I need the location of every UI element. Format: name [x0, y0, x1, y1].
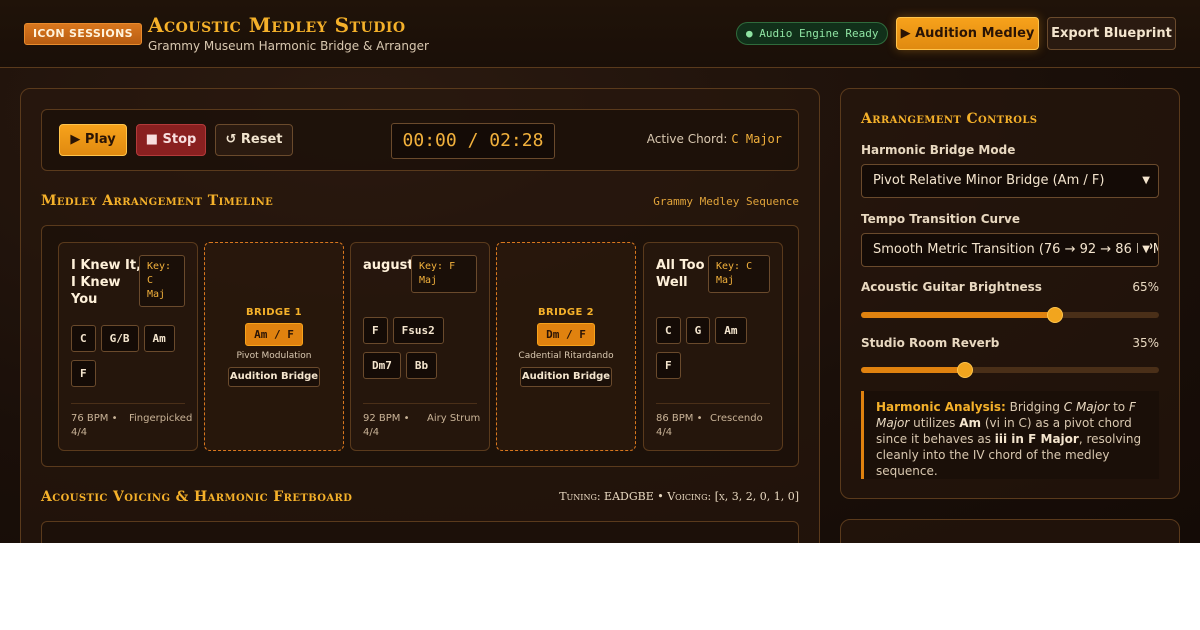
- active-chord-value: C Major: [731, 132, 782, 146]
- analysis-text: Bridging: [1005, 400, 1064, 414]
- song-style: Crescendo: [710, 413, 763, 424]
- brightness-value: 65%: [1132, 280, 1159, 294]
- song-meta: 92 BPM • 4/4 Airy Strum: [363, 403, 480, 438]
- chord-chip[interactable]: Am: [143, 325, 175, 352]
- bridge-description: Cadential Ritardando: [518, 351, 614, 361]
- chord-chip[interactable]: C: [656, 317, 681, 344]
- timeline-note: Grammy Medley Sequence: [653, 195, 799, 208]
- arrangement-panel: ▶ Play ■ Stop ↺ Reset 00:00 / 02:28 Acti…: [20, 88, 820, 543]
- chord-chip[interactable]: F: [71, 360, 96, 387]
- audition-medley-button[interactable]: ▶ Audition Medley: [896, 17, 1039, 50]
- fretboard-tuning: Tuning: EADGBE • Voicing: [x, 3, 2, 0, 1…: [559, 490, 799, 503]
- chord-chip[interactable]: F: [656, 352, 681, 379]
- audition-bridge-button[interactable]: Audition Bridge: [228, 367, 320, 387]
- song-style: Fingerpicked: [129, 413, 193, 424]
- bridge-mode-value: Pivot Relative Minor Bridge (Am / F): [873, 173, 1105, 188]
- header: ICON SESSIONS Acoustic Medley Studio Gra…: [0, 0, 1200, 68]
- harmonic-analysis: Harmonic Analysis: Bridging C Major to F…: [861, 391, 1159, 479]
- chord-chip[interactable]: G: [685, 317, 711, 344]
- song-tempo: 86 BPM • 4/4: [656, 413, 703, 438]
- arrangement-controls-panel: Arrangement Controls Harmonic Bridge Mod…: [840, 88, 1180, 499]
- bridge-description: Pivot Modulation: [236, 351, 312, 361]
- timeline-title: Medley Arrangement Timeline: [41, 193, 274, 209]
- tempo-curve-label: Tempo Transition Curve: [861, 212, 1020, 226]
- chord-chip[interactable]: Fsus2: [392, 317, 444, 344]
- play-button[interactable]: ▶ Play: [59, 124, 127, 156]
- slider-thumb[interactable]: [1046, 307, 1063, 323]
- secondary-panel: [840, 519, 1180, 543]
- analysis-role: iii in F Major: [994, 432, 1079, 446]
- chord-chip[interactable]: G/B: [100, 325, 139, 352]
- chord-list: F Fsus2 Dm7 Bb: [363, 317, 477, 387]
- app-title: Acoustic Medley Studio: [148, 13, 406, 37]
- bridge-card: BRIDGE 2 Dm / F Cadential Ritardando Aud…: [496, 242, 636, 451]
- chevron-down-icon: ▼: [1142, 175, 1150, 186]
- audio-engine-status: ● Audio Engine Ready: [736, 22, 889, 45]
- song-key: Key: F Maj: [411, 255, 477, 293]
- analysis-pivot-chord: Am: [959, 416, 981, 430]
- controls-title: Arrangement Controls: [861, 111, 1038, 127]
- reverb-label: Studio Room Reverb: [861, 336, 1000, 350]
- analysis-text: utilizes: [909, 416, 960, 430]
- song-tempo: 92 BPM • 4/4: [363, 413, 410, 438]
- bridge-chord: Dm / F: [537, 323, 595, 346]
- song-card[interactable]: All Too Well Key: C Maj C G Am F 86 BPM • 4…: [643, 242, 783, 451]
- slider-fill: [861, 312, 1055, 318]
- song-key: Key: C Maj: [139, 255, 185, 307]
- bridge-label: BRIDGE 1: [245, 307, 303, 318]
- fretboard-title: Acoustic Voicing & Harmonic Fretboard: [41, 489, 353, 505]
- bridge-label: BRIDGE 2: [537, 307, 595, 318]
- app-window: ICON SESSIONS Acoustic Medley Studio Gra…: [0, 0, 1200, 543]
- active-chord-label: Active Chord:: [646, 132, 728, 146]
- tempo-curve-select[interactable]: Smooth Metric Transition (76 → 92 → 86 B…: [861, 233, 1159, 267]
- chord-list: C G Am F: [656, 317, 770, 387]
- chord-chip[interactable]: Bb: [405, 352, 438, 379]
- timecode-display: 00:00 / 02:28: [391, 123, 555, 159]
- slider-thumb[interactable]: [957, 362, 974, 378]
- chord-chip[interactable]: C: [71, 325, 96, 352]
- brand-badge: ICON SESSIONS: [24, 23, 142, 45]
- chord-chip[interactable]: F: [363, 317, 388, 344]
- chord-chip[interactable]: Am: [715, 317, 747, 344]
- song-meta: 76 BPM • 4/4 Fingerpicked: [71, 403, 192, 438]
- app-subtitle: Grammy Museum Harmonic Bridge & Arranger: [148, 39, 429, 53]
- song-card[interactable]: I Knew It, I Knew You Key: C Maj C G/B Am F…: [58, 242, 198, 451]
- medley-timeline: I Knew It, I Knew You Key: C Maj C G/B AmF…: [41, 225, 799, 467]
- song-card[interactable]: august Key: F Maj F Fsus2Dm7 Bb 92 BPM • 4…: [350, 242, 490, 451]
- song-title: All Too Well: [656, 258, 705, 290]
- slider-fill: [861, 367, 966, 373]
- song-meta: 86 BPM • 4/4 Crescendo: [656, 403, 770, 438]
- bridge-mode-label: Harmonic Bridge Mode: [861, 143, 1016, 157]
- export-blueprint-button[interactable]: Export Blueprint: [1047, 17, 1176, 50]
- analysis-heading: Harmonic Analysis:: [876, 400, 1006, 414]
- chord-list: C G/B Am F: [71, 325, 185, 395]
- reset-button[interactable]: ↺ Reset: [215, 124, 293, 156]
- chevron-down-icon: ▼: [1138, 234, 1150, 266]
- tempo-curve-value: Smooth Metric Transition (76 → 92 → 86 B…: [873, 242, 1159, 257]
- song-title: I Knew It, I Knew You: [71, 258, 142, 307]
- song-style: Airy Strum: [427, 413, 481, 424]
- song-tempo: 76 BPM • 4/4: [71, 413, 118, 438]
- chord-chip[interactable]: Dm7: [363, 352, 401, 379]
- bridge-chord: Am / F: [245, 323, 303, 346]
- stop-button[interactable]: ■ Stop: [136, 124, 206, 156]
- brightness-label: Acoustic Guitar Brightness: [861, 280, 1042, 294]
- analysis-from-key: C Major: [1063, 400, 1110, 414]
- transport-bar: ▶ Play ■ Stop ↺ Reset 00:00 / 02:28 Acti…: [41, 109, 799, 171]
- song-key: Key: C Maj: [708, 255, 770, 293]
- active-chord: Active Chord: C Major: [647, 132, 782, 146]
- reverb-value: 35%: [1132, 336, 1159, 350]
- brightness-slider[interactable]: [861, 307, 1159, 323]
- bridge-card: BRIDGE 1 Am / F Pivot Modulation Auditio…: [204, 242, 344, 451]
- analysis-text: to: [1109, 400, 1129, 414]
- fretboard-panel: [41, 521, 799, 543]
- reverb-slider[interactable]: [861, 362, 1159, 378]
- audition-bridge-button[interactable]: Audition Bridge: [520, 367, 612, 387]
- bridge-mode-select[interactable]: Pivot Relative Minor Bridge (Am / F) ▼: [861, 164, 1159, 198]
